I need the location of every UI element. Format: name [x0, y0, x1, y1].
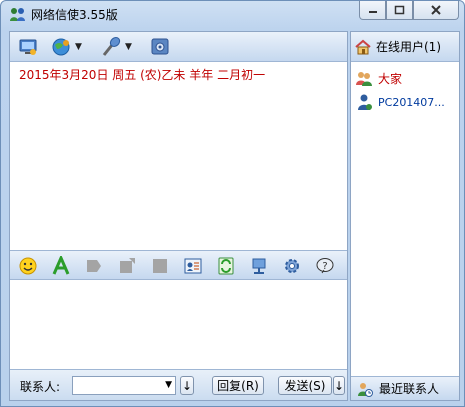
recent-contacts-icon — [358, 382, 373, 397]
forward-icon[interactable] — [84, 256, 104, 276]
contact-down-button[interactable]: ↓ — [180, 376, 194, 395]
maximize-button[interactable] — [386, 1, 413, 20]
chat-panel: ▼ ▼ 2015年3月20日 周五 (农)乙未 羊年 二月初一 ? 联系人: ▼… — [9, 31, 348, 401]
message-history[interactable]: 2015年3月20日 周五 (农)乙未 羊年 二月初一 — [10, 63, 347, 249]
monitor-button[interactable] — [18, 37, 38, 57]
window-title: 网络信使3.55版 — [31, 8, 118, 22]
close-icon — [431, 5, 441, 15]
user-icon — [358, 94, 372, 110]
stop-icon[interactable] — [150, 256, 170, 276]
arrow-down-icon: ↓ — [333, 378, 345, 393]
title-bar[interactable]: 网络信使3.55版 — [1, 1, 464, 27]
caption-buttons — [359, 1, 459, 20]
maximize-icon — [394, 5, 405, 15]
svg-text:?: ? — [322, 261, 327, 272]
online-users-label: 在线用户(1) — [376, 40, 441, 54]
settings-window-icon — [151, 38, 169, 55]
user-name: 大家 — [378, 71, 403, 86]
send-options-button[interactable]: ↓ — [333, 376, 345, 395]
globe-icon — [52, 38, 70, 56]
broadcast-button[interactable]: ▼ — [50, 37, 82, 57]
group-icon — [356, 72, 372, 86]
voice-button[interactable]: ▼ — [100, 37, 132, 57]
smiley-icon[interactable] — [18, 256, 38, 276]
font-icon[interactable] — [51, 256, 71, 276]
message-input[interactable] — [10, 281, 347, 369]
send-button[interactable]: 发送(S) — [278, 376, 332, 395]
chevron-down-icon[interactable]: ▼ — [75, 42, 82, 52]
reply-button[interactable]: 回复(R) — [212, 376, 264, 395]
send-bar: 联系人: ▼ ↓ 回复(R) 发送(S) ↓ — [10, 369, 347, 400]
user-list-panel: 在线用户(1) 大家 PC201407... 最近联系人 — [350, 31, 460, 401]
top-toolbar: ▼ ▼ — [10, 32, 347, 62]
chevron-down-icon[interactable]: ▼ — [125, 42, 132, 52]
minimize-icon — [368, 11, 377, 13]
app-window: 网络信使3.55版 ▼ ▼ 2015年3月20日 周五 (农)乙未 羊年 二月初… — [0, 0, 465, 407]
recent-contacts-tab[interactable]: 最近联系人 — [351, 376, 459, 400]
gear-icon[interactable] — [282, 256, 302, 276]
microphone-icon — [102, 37, 121, 56]
refresh-icon[interactable] — [216, 256, 236, 276]
contact-select[interactable]: ▼ — [72, 376, 176, 395]
share-icon[interactable] — [117, 256, 137, 276]
network-icon[interactable] — [249, 256, 269, 276]
minimize-button[interactable] — [359, 1, 386, 20]
user-list-item[interactable]: PC201407... — [355, 91, 459, 113]
close-button[interactable] — [413, 1, 459, 20]
user-list-item[interactable]: 大家 — [355, 67, 459, 89]
settings-button[interactable] — [150, 37, 170, 57]
users-app-icon — [10, 8, 25, 21]
chevron-down-icon: ▼ — [165, 380, 172, 390]
contact-card-icon[interactable] — [183, 256, 203, 276]
date-line: 2015年3月20日 周五 (农)乙未 羊年 二月初一 — [19, 68, 266, 82]
contact-label: 联系人: — [20, 380, 61, 394]
help-icon[interactable]: ? — [315, 256, 335, 276]
arrow-down-icon: ↓ — [181, 378, 193, 393]
format-toolbar: ? — [10, 250, 347, 280]
online-users-header[interactable]: 在线用户(1) — [351, 32, 459, 62]
home-icon — [355, 39, 371, 54]
monitor-icon — [19, 39, 37, 55]
send-label: 发送(S) — [284, 379, 326, 393]
reply-label: 回复(R) — [217, 379, 259, 393]
user-name: PC201407... — [378, 95, 445, 109]
recent-contacts-label: 最近联系人 — [379, 382, 440, 396]
